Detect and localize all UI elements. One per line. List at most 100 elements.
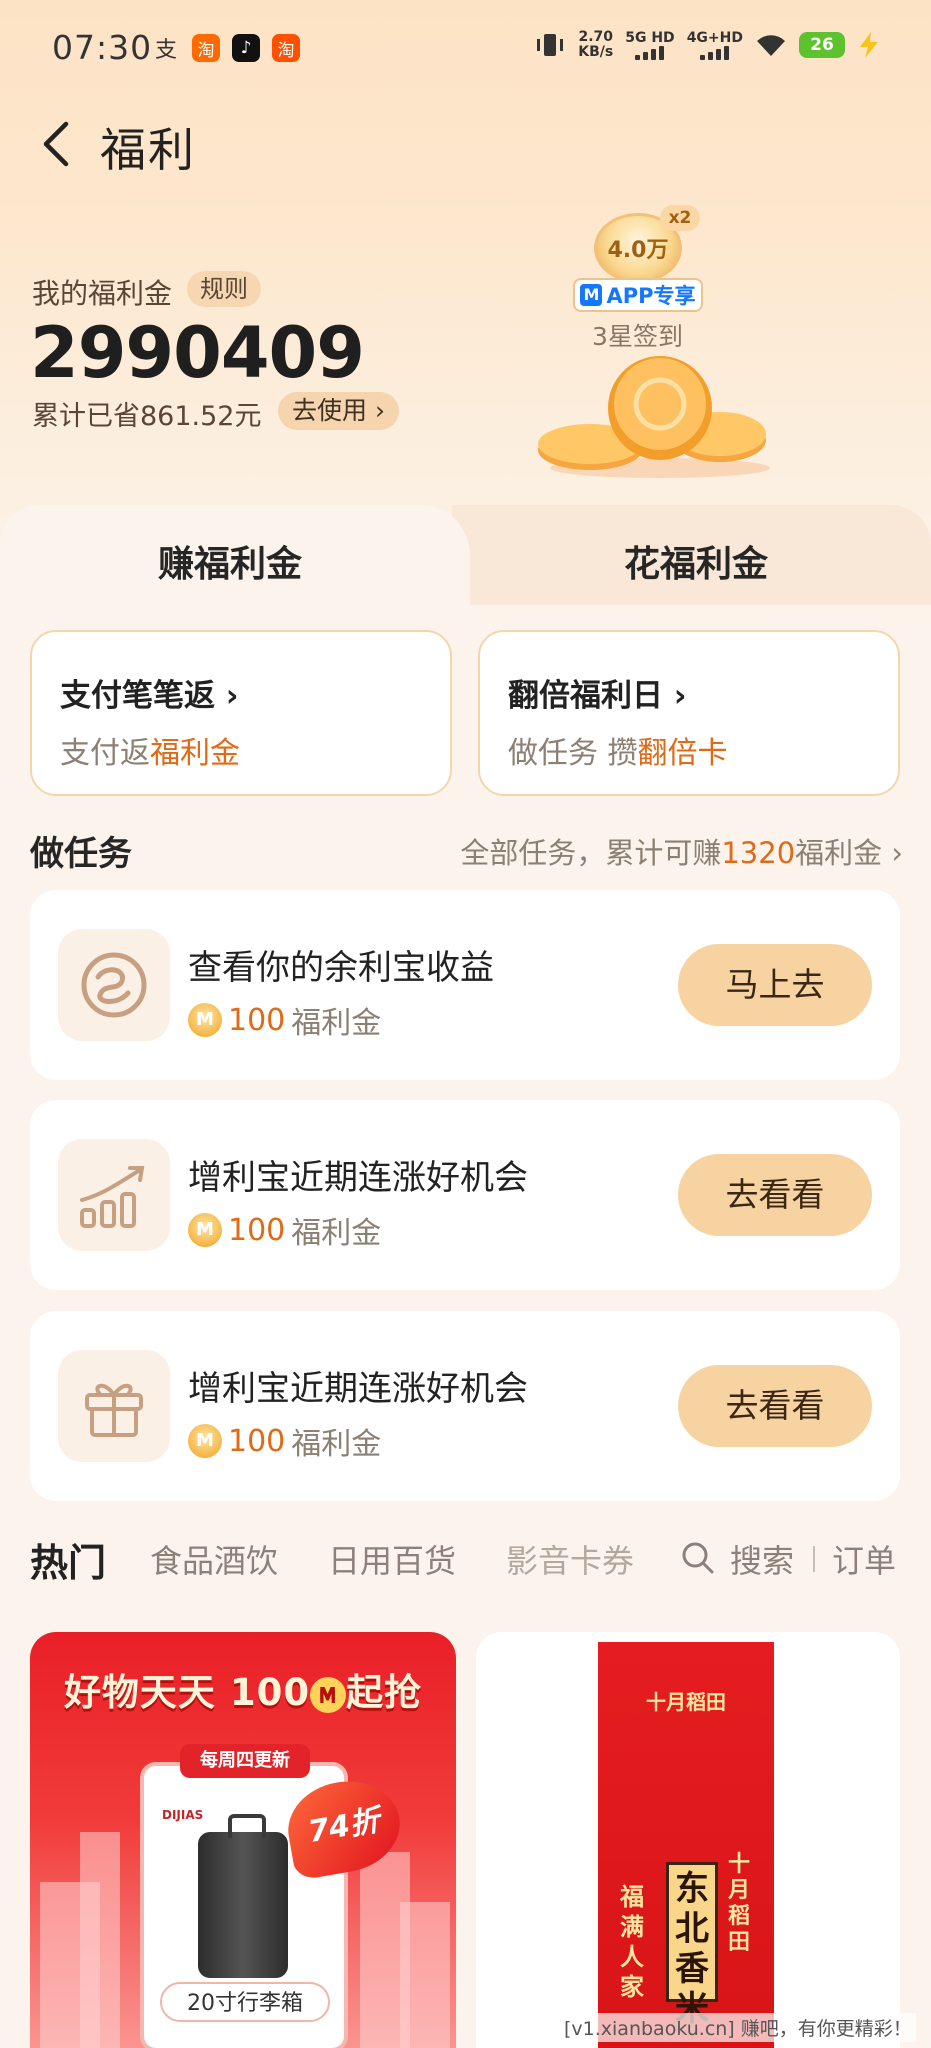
gift-icon-graphic (85, 1383, 143, 1437)
building-decoration (80, 1832, 120, 2048)
saved-amount: 累计已省861.52元 (32, 401, 262, 432)
my-points-label: 我的福利金 (32, 277, 173, 310)
double-points-day-card[interactable]: 翻倍福利日 › 做任务 攒翻倍卡 (478, 630, 900, 796)
coin-icon: M (188, 1003, 222, 1037)
product-card-rice[interactable]: 十月稻田 福满人家 东北香米 十月稻田 (476, 1632, 900, 2048)
task-go-button[interactable]: 马上去 (678, 944, 872, 1026)
task-reward: M 100 福利金 (188, 998, 381, 1042)
task-title: 查看你的余利宝收益 (188, 948, 494, 988)
rice-bag-image: 十月稻田 福满人家 东北香米 十月稻田 (598, 1642, 774, 2048)
reward-unit: 福利金 (291, 1427, 382, 1462)
banner-prefix: 好物天天 (63, 1671, 216, 1714)
category-tab-hot[interactable]: 热门 (30, 1532, 106, 1587)
task-go-button[interactable]: 去看看 (678, 1365, 872, 1447)
product-card-luggage[interactable]: 好物天天 100 M 起抢 每周四更新 74折 DIJIAS 20寸行李箱 (30, 1632, 456, 2048)
sim1-signal: 5G HD (625, 29, 675, 60)
use-points-button[interactable]: 去使用 › (278, 392, 399, 430)
battery-icon: 26 (799, 32, 845, 58)
signal-bars-icon (625, 45, 674, 60)
pay-rebate-card[interactable]: 支付笔笔返 › 支付返福利金 (30, 630, 452, 796)
all-tasks-suffix: 福利金 (795, 836, 883, 870)
coin-icon: M (188, 1424, 222, 1458)
promo-subtitle: 做任务 攒翻倍卡 (508, 728, 728, 772)
sim2-signal: 4G+HD (686, 29, 743, 60)
tiktok-icon: ♪ (232, 34, 260, 62)
suitcase-image (198, 1814, 288, 1978)
chevron-right-icon: › (367, 396, 385, 425)
gold-coins-illustration (538, 356, 770, 478)
task-title: 增利宝近期连涨好机会 (188, 1369, 528, 1409)
back-arrow-icon[interactable] (34, 118, 86, 170)
status-time: 07:30 (52, 28, 153, 67)
product-banner: 好物天天 100 M 起抢 (30, 1662, 456, 1716)
reward-amount: 100 (228, 1423, 286, 1459)
page-title: 福利 (100, 123, 196, 177)
rice-brand-vertical: 十月稻田 (728, 1852, 751, 1955)
taobao-icon: 淘 (272, 34, 300, 62)
product-brand: DIJIAS (162, 1808, 204, 1822)
tab-spend-points[interactable]: 花福利金 (452, 505, 931, 605)
points-tabs: 花福利金 赚福利金 (0, 505, 931, 615)
category-tab-media[interactable]: 影音卡券 (506, 1536, 634, 1582)
promo-sub-highlight: 福利金 (150, 736, 240, 771)
yulibao-icon-graphic (81, 952, 147, 1018)
weekly-update-badge: 每周四更新 (180, 1744, 310, 1778)
m-logo-icon: M (580, 284, 603, 306)
tab-spend-label: 花福利金 (624, 544, 769, 585)
promo-title: 支付笔笔返 › (60, 670, 239, 715)
use-points-label: 去使用 (292, 396, 368, 425)
product-caption: 20寸行李箱 (160, 1982, 330, 2022)
category-tab-daily[interactable]: 日用百货 (328, 1536, 456, 1582)
chevron-right-icon: › (215, 678, 239, 714)
promo-title-text: 翻倍福利日 (508, 678, 663, 714)
checkin-label: 3星签到 (592, 322, 683, 351)
alipay-icon: 支 (154, 38, 177, 63)
signal-bars-icon (687, 45, 743, 60)
all-tasks-link[interactable]: 全部任务，累计可赚1320福利金 › (460, 830, 903, 872)
promo-title-text: 支付笔笔返 (60, 678, 215, 714)
search-icon[interactable] (680, 1540, 716, 1576)
task-title: 增利宝近期连涨好机会 (188, 1158, 528, 1198)
app-exclusive-label: APP专享 (606, 284, 696, 308)
promo-sub-highlight: 翻倍卡 (637, 736, 728, 771)
search-button[interactable]: 搜索 (730, 1536, 794, 1582)
reward-amount: 100 (228, 1002, 286, 1038)
status-indicators: 2.70 KB/s 5G HD 4G+HD 26 (534, 30, 881, 60)
wifi-icon (757, 35, 785, 56)
rules-button[interactable]: 规则 (187, 271, 261, 307)
all-tasks-amount: 1320 (721, 836, 796, 870)
task-card: 查看你的余利宝收益 M 100 福利金 马上去 (30, 890, 900, 1080)
tab-earn-points[interactable]: 赚福利金 (0, 505, 470, 615)
net-speed-unit: KB/s (578, 44, 614, 60)
rice-name: 东北香米 (666, 1862, 718, 2029)
category-tab-food[interactable]: 食品酒饮 (150, 1536, 278, 1582)
status-app-icons: 支 淘 ♪ 淘 (152, 34, 300, 63)
tab-earn-label: 赚福利金 (158, 544, 303, 585)
net-speed: 2.70 KB/s (578, 30, 613, 60)
sim1-label: 5G HD (625, 29, 675, 46)
orders-button[interactable]: 订单 (832, 1536, 896, 1582)
task-card: 增利宝近期连涨好机会 M 100 福利金 去看看 (30, 1100, 900, 1290)
promo-sub-prefix: 支付返 (60, 736, 150, 771)
rice-slogan: 福满人家 (620, 1883, 644, 2001)
charging-icon (860, 32, 878, 58)
taobao-shop-icon: 淘 (192, 34, 220, 62)
task-reward: M 100 福利金 (188, 1208, 381, 1252)
building-decoration (400, 1902, 450, 2048)
reward-unit: 福利金 (291, 1216, 382, 1251)
multiplier-badge: x2 (660, 205, 700, 231)
coin-icon: M (310, 1676, 347, 1713)
promo-title: 翻倍福利日 › (508, 670, 687, 715)
net-speed-value: 2.70 (578, 29, 614, 45)
points-balance: 2990409 (30, 312, 365, 394)
status-bar: 07:30 支 淘 ♪ 淘 2.70 KB/s 5G HD 4G+HD 26 (0, 0, 931, 100)
tasks-section-title: 做任务 (30, 834, 132, 874)
all-tasks-prefix: 全部任务，累计可赚 (460, 836, 722, 870)
vibrate-icon (537, 34, 564, 56)
sim2-label: 4G+HD (686, 29, 743, 46)
category-nav: 热门 食品酒饮 日用百货 影音卡券 搜索 订单 (0, 1530, 931, 1590)
rice-brand: 十月稻田 (646, 1690, 726, 1714)
task-go-button[interactable]: 去看看 (678, 1154, 872, 1236)
task-card: 增利宝近期连涨好机会 M 100 福利金 去看看 (30, 1311, 900, 1501)
gift-icon (58, 1350, 170, 1462)
